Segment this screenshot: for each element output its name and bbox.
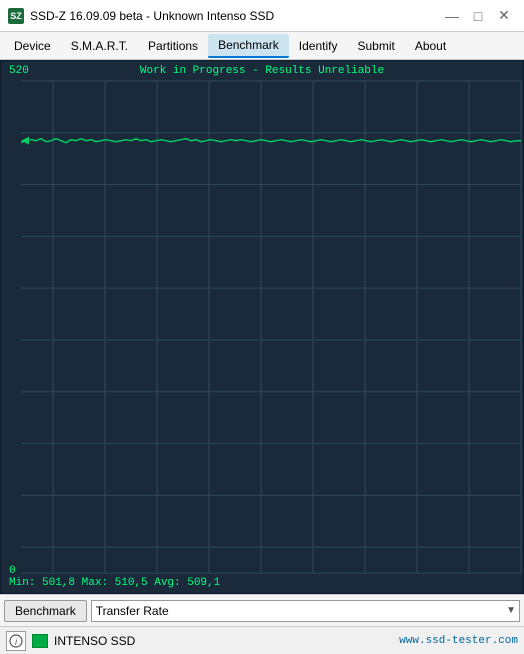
chart-svg: [1, 61, 523, 593]
drive-status-indicator: [32, 634, 48, 648]
menu-item-benchmark[interactable]: Benchmark: [208, 34, 289, 58]
menu-item-partitions[interactable]: Partitions: [138, 35, 208, 57]
maximize-button[interactable]: □: [466, 6, 490, 26]
title-text: SSD-Z 16.09.09 beta - Unknown Intenso SS…: [30, 9, 274, 23]
drive-name-label: INTENSO SSD: [54, 634, 393, 648]
chart-title-label: Work in Progress - Results Unreliable: [140, 65, 384, 77]
menu-item-about[interactable]: About: [405, 35, 456, 57]
status-info-icon[interactable]: i: [6, 631, 26, 651]
title-bar-left: SZ SSD-Z 16.09.09 beta - Unknown Intenso…: [8, 8, 274, 24]
close-button[interactable]: ✕: [492, 6, 516, 26]
chart-area: 520 Work in Progress - Results Unreliabl…: [0, 60, 524, 594]
bottom-toolbar: Benchmark Transfer Rate Access Time IOPS…: [0, 594, 524, 626]
menu-bar: Device S.M.A.R.T. Partitions Benchmark I…: [0, 32, 524, 60]
minimize-button[interactable]: —: [440, 6, 464, 26]
menu-item-identify[interactable]: Identify: [289, 35, 348, 57]
title-bar: SZ SSD-Z 16.09.09 beta - Unknown Intenso…: [0, 0, 524, 32]
transfer-rate-select[interactable]: Transfer Rate Access Time IOPS: [91, 600, 520, 622]
chart-stats-label: Min: 501,8 Max: 510,5 Avg: 509,1: [9, 577, 220, 589]
svg-text:i: i: [15, 637, 18, 647]
info-icon-svg: i: [9, 634, 23, 648]
menu-item-smart[interactable]: S.M.A.R.T.: [61, 35, 138, 57]
chart-y-min-label: 0: [9, 565, 16, 577]
app-icon: SZ: [8, 8, 24, 24]
transfer-rate-select-wrapper[interactable]: Transfer Rate Access Time IOPS ▼: [91, 600, 520, 622]
benchmark-button[interactable]: Benchmark: [4, 600, 87, 622]
status-bar: i INTENSO SSD www.ssd-tester.com: [0, 626, 524, 654]
menu-item-submit[interactable]: Submit: [347, 35, 404, 57]
title-bar-controls: — □ ✕: [440, 6, 516, 26]
menu-item-device[interactable]: Device: [4, 35, 61, 57]
chart-y-max-label: 520: [9, 65, 29, 77]
